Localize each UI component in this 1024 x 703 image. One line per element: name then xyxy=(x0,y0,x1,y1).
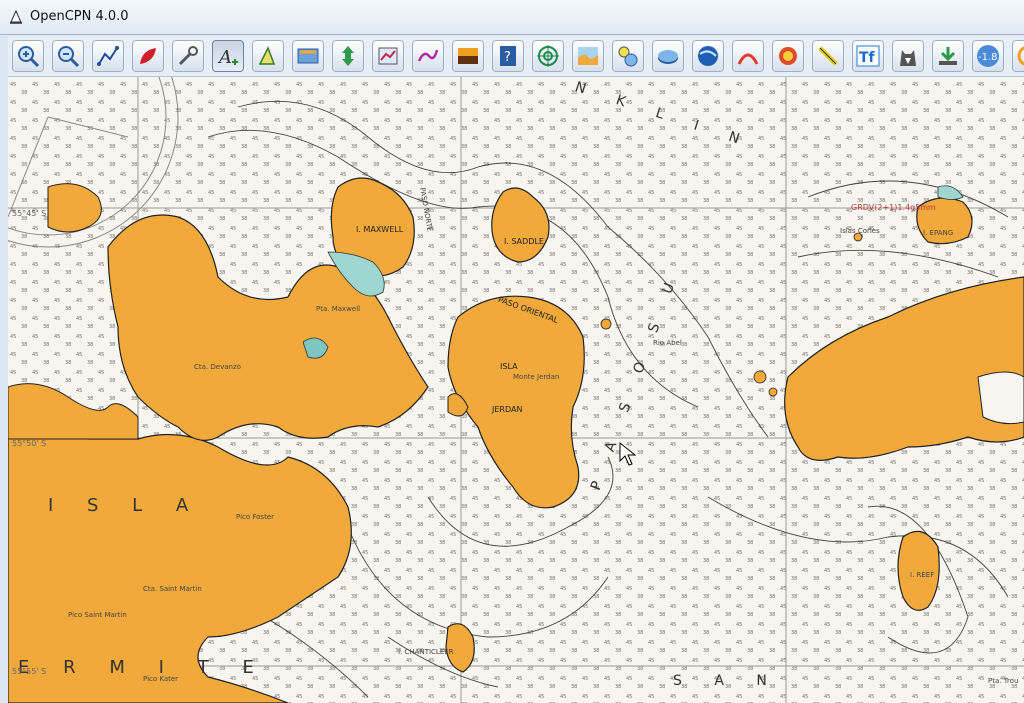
zoom-out-icon xyxy=(58,46,80,68)
text-toggle-button[interactable]: A xyxy=(212,40,244,72)
tf-button[interactable]: Tf xyxy=(852,40,884,72)
color-scheme-icon xyxy=(458,48,478,64)
chart-thumbnail-button[interactable] xyxy=(572,40,604,72)
boat-icon xyxy=(140,48,156,64)
route-manager-button[interactable] xyxy=(372,40,404,72)
mark-icon xyxy=(537,45,559,67)
ogc-icon xyxy=(658,50,678,64)
window-title: OpenCPN 4.0.0 xyxy=(30,9,129,24)
route-manager-icon xyxy=(378,47,398,65)
opencpn-window: OpenCPN 4.0.0 A ? Tf -1.8 I. MAXWELL I. … xyxy=(0,0,1024,703)
mark-button[interactable] xyxy=(532,40,564,72)
refresh-button[interactable] xyxy=(1012,40,1024,72)
label-san: S A N xyxy=(673,673,781,689)
chart-canvas[interactable]: 45 38 xyxy=(8,77,1024,703)
label-pico-saint-martin: Pico Saint Martin xyxy=(68,611,127,619)
label-epang: I. EPANG xyxy=(923,229,954,237)
label-i-reef: I. REEF xyxy=(910,571,935,579)
husky-icon xyxy=(900,50,916,66)
label-pta-trousseau: Pta. Trou xyxy=(988,677,1019,685)
waypoint-icon xyxy=(737,53,759,65)
help-button[interactable]: ? xyxy=(492,40,524,72)
zoom-out-button[interactable] xyxy=(52,40,84,72)
globe-icon xyxy=(698,46,718,66)
measure-icon xyxy=(818,46,838,66)
label-jerdan: JERDAN xyxy=(492,405,523,414)
label-lat-1: 55°45' S xyxy=(12,209,47,218)
create-route-button[interactable] xyxy=(92,40,124,72)
track-icon xyxy=(417,49,439,62)
scroll-icon xyxy=(342,46,354,66)
track-button[interactable] xyxy=(412,40,444,72)
download-button[interactable] xyxy=(932,40,964,72)
zoom-level-icon: -1.8 xyxy=(977,45,999,67)
zoom-in-icon xyxy=(18,46,40,68)
opencpn-app-icon xyxy=(10,9,22,24)
waypoint-button[interactable] xyxy=(732,40,764,72)
measure-button[interactable] xyxy=(812,40,844,72)
tf-icon: Tf xyxy=(856,45,880,67)
label-isla-hermite: I S L A xyxy=(48,495,203,516)
color-scheme-button[interactable] xyxy=(452,40,484,72)
settings-wrench-icon xyxy=(178,46,198,66)
text-a-icon: A xyxy=(217,47,238,68)
scroll-button[interactable] xyxy=(332,40,364,72)
help-icon: ? xyxy=(500,46,516,66)
label-isla: ISLA xyxy=(500,362,518,371)
zoom-level-button[interactable]: -1.8 xyxy=(972,40,1004,72)
label-cta-devanzo: Cta. Devanzo xyxy=(194,363,241,371)
chart-thumb-icon xyxy=(578,47,598,65)
label-monte-jerdan: Monte Jerdan xyxy=(513,373,560,381)
route-icon xyxy=(97,46,119,66)
svg-text:Tf: Tf xyxy=(859,50,876,66)
ogc-button[interactable] xyxy=(652,40,684,72)
svg-text:A: A xyxy=(217,47,232,68)
google-earth-button[interactable] xyxy=(692,40,724,72)
grib-icon xyxy=(618,46,638,67)
auto-follow-button[interactable] xyxy=(132,40,164,72)
label-pico-foster: Pico Foster xyxy=(236,513,275,521)
label-islas-corles: Islas Corles xyxy=(840,227,880,235)
label-lat-3: 55°55' S xyxy=(12,667,47,676)
title-bar: OpenCPN 4.0.0 xyxy=(0,0,1024,35)
tide-icon xyxy=(258,46,276,65)
tides-button[interactable] xyxy=(252,40,284,72)
quilt-icon xyxy=(297,48,319,64)
quilt-button[interactable] xyxy=(292,40,324,72)
label-lat-2: 55°50' S xyxy=(12,439,47,448)
anchor-alarm-button[interactable] xyxy=(772,40,804,72)
label-ermite: E R M I T E xyxy=(18,657,268,678)
label-rio-abel: Rio Abel xyxy=(653,339,682,347)
zoom-in-button[interactable] xyxy=(12,40,44,72)
label-maxwell: I. MAXWELL xyxy=(356,225,404,234)
download-icon xyxy=(939,47,957,65)
refresh-icon xyxy=(1017,46,1024,66)
label-cta-saint-martin: Cta. Saint Martin xyxy=(143,585,202,593)
grib-button[interactable] xyxy=(612,40,644,72)
alarm-icon xyxy=(779,47,797,65)
label-pta-maxwell: Pta. Maxwell xyxy=(316,305,361,313)
svg-text:-1.8: -1.8 xyxy=(978,52,998,63)
svg-text:?: ? xyxy=(504,50,511,65)
toolbox-button[interactable] xyxy=(172,40,204,72)
main-toolbar: A ? Tf -1.8 xyxy=(8,36,1024,77)
label-chanticleer: I. CHANTICLEER xyxy=(398,648,454,656)
label-grid-ref: GRDV(2+1)1.4g5mm xyxy=(851,203,936,212)
nautical-chart: 45 38 xyxy=(8,77,1024,703)
husky-button[interactable] xyxy=(892,40,924,72)
label-saddle: I. SADDLE xyxy=(504,237,544,246)
